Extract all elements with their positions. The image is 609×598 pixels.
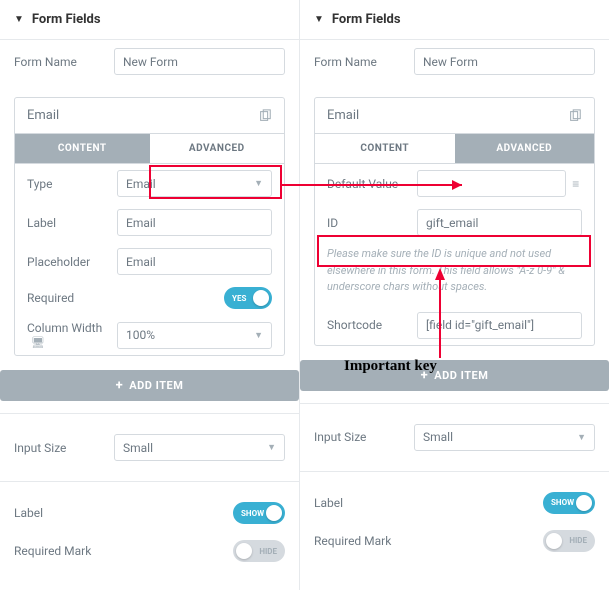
form-name-label: Form Name [14,55,114,69]
caret-down-icon: ▼ [314,14,324,25]
tab-advanced[interactable]: ADVANCED [150,134,285,163]
right-panel: ▼ Form Fields Form Name Email CONTENT AD… [300,0,609,590]
label-toggle-label: Label [314,496,543,510]
form-name-input[interactable] [414,48,595,75]
form-name-input[interactable] [114,48,285,75]
field-title: Email [27,108,59,123]
tab-advanced[interactable]: ADVANCED [455,134,595,163]
id-label: ID [327,216,417,230]
input-size-label: Input Size [314,430,414,444]
section-title: Form Fields [32,12,101,27]
left-panel: ▼ Form Fields Form Name Email CONTENT AD… [0,0,300,590]
shortcode-input[interactable] [417,312,582,339]
duplicate-icon[interactable] [568,109,582,123]
label-toggle-label: Label [14,506,233,520]
label-toggle[interactable]: SHOW [543,492,595,514]
chevron-down-icon: ▼ [254,178,263,189]
form-name-label: Form Name [314,55,414,69]
field-header[interactable]: Email [15,98,284,134]
type-label: Type [27,177,117,191]
default-value-label: Default Value [327,177,417,191]
label-toggle[interactable]: SHOW [233,502,285,524]
placeholder-label: Placeholder [27,255,117,269]
dynamic-icon[interactable]: ≡ [570,177,582,191]
caret-down-icon: ▼ [14,14,24,25]
field-header[interactable]: Email [315,98,594,134]
input-size-select[interactable]: Small▼ [114,434,285,461]
colwidth-select[interactable]: 100%▼ [117,322,272,349]
add-item-button[interactable]: +ADD ITEM [0,370,299,401]
required-mark-label: Required Mark [14,544,233,558]
field-item: Email CONTENT ADVANCED Default Value ≡ I… [314,97,595,346]
id-help-text: Please make sure the ID is unique and no… [315,242,594,306]
required-mark-label: Required Mark [314,534,543,548]
input-size-label: Input Size [14,441,114,455]
required-toggle[interactable]: YES [224,287,272,309]
label-input[interactable] [117,209,272,236]
type-select[interactable]: Email▼ [117,170,272,197]
default-value-input[interactable] [417,170,566,197]
colwidth-label: Column Width🖥 [27,321,117,349]
placeholder-input[interactable] [117,248,272,275]
label-label: Label [27,216,117,230]
annotation-text: Important key [344,358,437,375]
section-title: Form Fields [332,12,401,27]
section-header[interactable]: ▼ Form Fields [0,0,299,40]
chevron-down-icon: ▼ [254,330,263,341]
duplicate-icon[interactable] [258,109,272,123]
field-title: Email [327,108,359,123]
tab-content[interactable]: CONTENT [15,134,150,163]
required-label: Required [27,291,117,305]
desktop-icon[interactable]: 🖥 [31,336,45,349]
chevron-down-icon: ▼ [267,442,276,453]
required-mark-toggle[interactable]: HIDE [233,540,285,562]
id-input[interactable] [417,209,582,236]
field-item: Email CONTENT ADVANCED Type Email▼ Label… [14,97,285,356]
tab-content[interactable]: CONTENT [315,134,455,163]
input-size-select[interactable]: Small▼ [414,424,595,451]
chevron-down-icon: ▼ [577,432,586,443]
section-header[interactable]: ▼ Form Fields [300,0,609,40]
shortcode-label: Shortcode [327,318,417,332]
required-mark-toggle[interactable]: HIDE [543,530,595,552]
plus-icon: + [116,378,124,393]
